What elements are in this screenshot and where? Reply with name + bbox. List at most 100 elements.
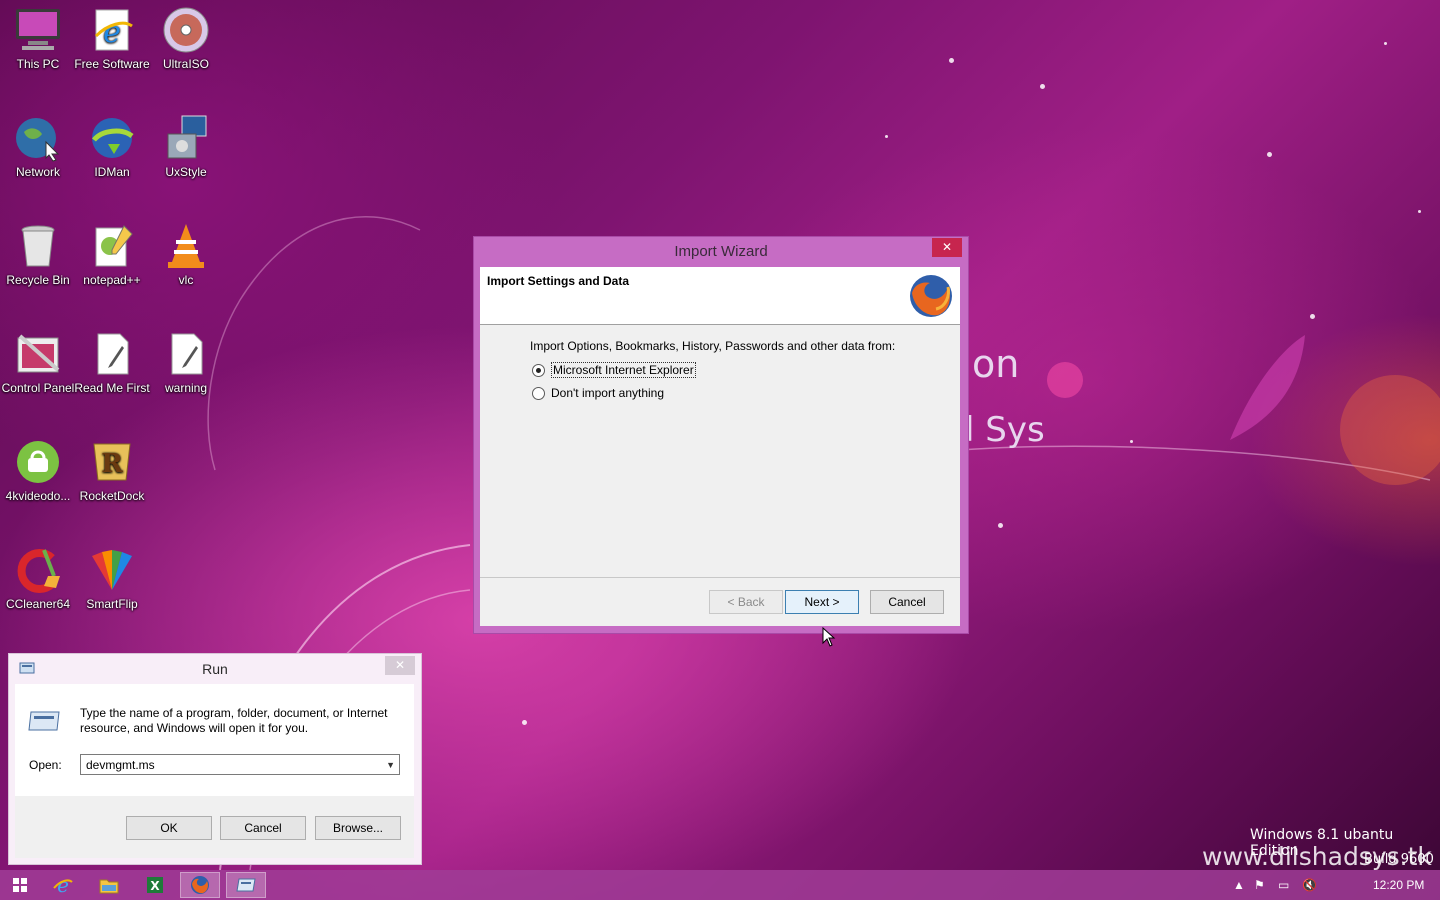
svg-text:e: e [103, 15, 121, 50]
globe-icon [14, 114, 62, 162]
taskbar-run[interactable] [226, 872, 266, 898]
smartflip-icon [88, 546, 136, 594]
excel-icon: X [147, 877, 163, 893]
run-program-icon [27, 710, 61, 732]
icon-label: CCleaner64 [5, 597, 71, 611]
icon-label: Control Panel [1, 381, 75, 395]
chevron-down-icon[interactable]: ▼ [386, 755, 395, 776]
wizard-body: Import Options, Bookmarks, History, Pass… [480, 325, 960, 578]
open-input[interactable]: devmgmt.ms [86, 758, 155, 772]
wizard-footer: < Back Next > Cancel [480, 578, 960, 626]
disc-icon [162, 6, 210, 54]
desktop-icon-idman[interactable]: IDMan [74, 114, 150, 180]
desktop-icon-network[interactable]: Network [0, 114, 76, 180]
notepad-icon [88, 222, 136, 270]
firefox-icon [191, 876, 209, 894]
icon-label: Network [15, 165, 60, 179]
browse-button[interactable]: Browse... [315, 816, 401, 840]
radio-button[interactable] [532, 386, 545, 400]
control-panel-icon [14, 330, 62, 378]
document-icon [88, 330, 136, 378]
icon-label: Recycle Bin [6, 273, 70, 287]
taskbar-internet-explorer[interactable]: e [43, 872, 83, 898]
clock-time[interactable]: 12:20 PM [1373, 870, 1424, 900]
window-title: Import Wizard [674, 243, 768, 260]
icon-label: SmartFlip [86, 597, 138, 611]
desktop-icon-uxstyle[interactable]: UxStyle [148, 114, 224, 180]
option-dont-import[interactable]: Don't import anything [532, 386, 664, 400]
ccleaner-icon [14, 546, 62, 594]
icon-label: UltraISO [162, 57, 209, 71]
network-icon[interactable]: ▭ [1278, 870, 1289, 900]
back-button[interactable]: < Back [709, 590, 783, 614]
internet-explorer-icon: e [53, 875, 73, 895]
wizard-heading: Import Settings and Data [487, 274, 630, 288]
desktop-icon-free-software[interactable]: e Free Software [74, 6, 150, 72]
mouse-cursor-icon [822, 627, 836, 647]
action-center-flag-icon[interactable]: ⚑ [1254, 870, 1265, 900]
recycle-bin-icon [14, 222, 62, 270]
start-icon [13, 878, 27, 892]
show-hidden-icons-icon[interactable]: ▲ [1233, 870, 1245, 900]
wallpaper-text-partial1: on [972, 342, 1020, 386]
svg-text:R: R [101, 449, 123, 479]
icon-label: notepad++ [83, 273, 141, 287]
icon-label: warning [164, 381, 208, 395]
desktop-icon-ultraiso[interactable]: UltraISO [148, 6, 224, 72]
rocketdock-icon: R [88, 438, 136, 486]
icon-label: Free Software [74, 57, 150, 71]
taskbar-file-explorer[interactable] [89, 872, 129, 898]
build-label: Build 9600 [1364, 852, 1434, 867]
download-manager-icon [88, 114, 136, 162]
taskbar-firefox[interactable] [180, 872, 220, 898]
vlc-cone-icon [162, 222, 210, 270]
wizard-header: Import Settings and Data [480, 267, 960, 325]
svg-text:X: X [150, 879, 160, 893]
installer-icon [162, 114, 210, 162]
window-title: Run [202, 661, 228, 677]
desktop-icon-vlc[interactable]: vlc [148, 222, 224, 288]
desktop-icon-recycle-bin[interactable]: Recycle Bin [0, 222, 76, 288]
firefox-icon [908, 273, 954, 319]
document-icon [162, 330, 210, 378]
taskbar-excel[interactable]: X [135, 872, 175, 898]
video-downloader-icon [14, 438, 62, 486]
file-explorer-icon [99, 879, 119, 894]
desktop-icon-this-pc[interactable]: This PC [0, 6, 76, 72]
desktop-icon-read-me-first[interactable]: Read Me First [74, 330, 150, 396]
svg-text:e: e [57, 875, 69, 895]
option-internet-explorer[interactable]: Microsoft Internet Explorer [532, 362, 696, 378]
icon-label: This PC [16, 57, 60, 71]
cancel-button[interactable]: Cancel [870, 590, 944, 614]
desktop-icon-rocketdock[interactable]: R RocketDock [74, 438, 150, 504]
run-icon [236, 878, 256, 892]
import-wizard-window: Import Wizard ✕ Import Settings and Data… [473, 236, 969, 634]
desktop-icon-ccleaner[interactable]: CCleaner64 [0, 546, 76, 612]
icon-label: vlc [178, 273, 194, 287]
cancel-button[interactable]: Cancel [220, 816, 306, 840]
start-button[interactable] [0, 872, 40, 898]
ok-button[interactable]: OK [126, 816, 212, 840]
option-label: Microsoft Internet Explorer [551, 362, 696, 378]
run-description: Type the name of a program, folder, docu… [80, 706, 388, 735]
open-label: Open: [29, 758, 62, 772]
open-combobox[interactable]: devmgmt.ms ▼ [80, 754, 400, 775]
icon-label: Read Me First [74, 381, 150, 395]
icon-label: 4kvideodo... [5, 489, 71, 503]
desktop-icon-notepadpp[interactable]: notepad++ [74, 222, 150, 288]
desktop-icon-smartflip[interactable]: SmartFlip [74, 546, 150, 612]
next-button[interactable]: Next > [785, 590, 859, 614]
close-button[interactable]: ✕ [932, 238, 962, 257]
desktop-icon-4kvideodownloader[interactable]: 4kvideodo... [0, 438, 76, 504]
close-button[interactable]: ✕ [385, 656, 415, 675]
internet-explorer-icon: e [88, 6, 136, 54]
volume-muted-icon[interactable]: 🔇 [1302, 870, 1317, 900]
import-prompt: Import Options, Bookmarks, History, Pass… [530, 339, 896, 353]
desktop-icon-control-panel[interactable]: Control Panel [0, 330, 76, 396]
desktop-icon-warning[interactable]: warning [148, 330, 224, 396]
run-dialog-window: Run ✕ Type the name of a program, folder… [8, 653, 422, 865]
taskbar: e X ▲ ⚑ ▭ 🔇 12:20 PM [0, 870, 1440, 900]
option-label: Don't import anything [551, 386, 665, 400]
radio-button-selected[interactable] [532, 363, 545, 377]
icon-label: IDMan [94, 165, 130, 179]
